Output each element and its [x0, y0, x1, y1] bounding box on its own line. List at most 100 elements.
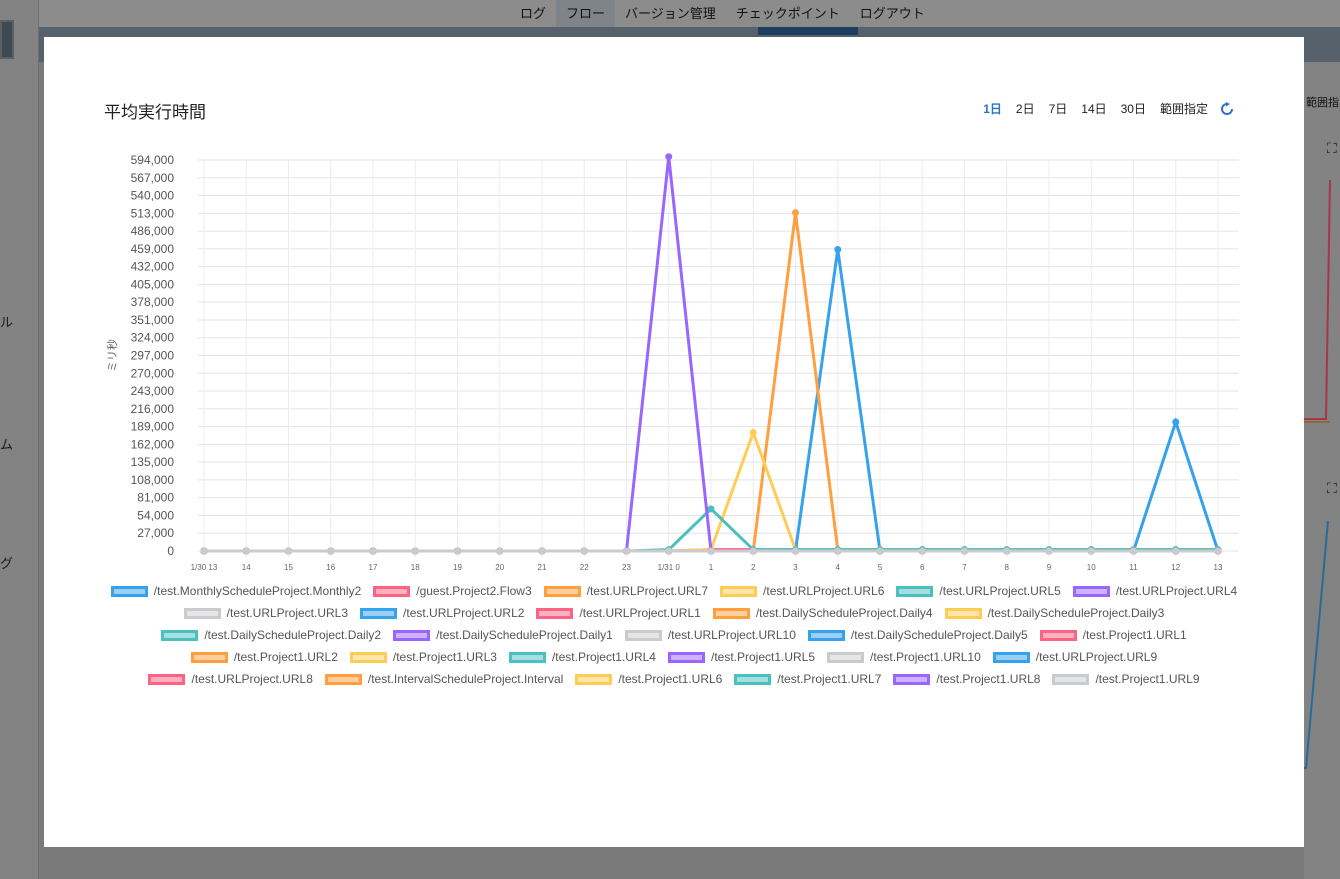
legend-item[interactable]: /test.IntervalScheduleProject.Interval [324, 668, 563, 690]
legend-item[interactable]: /test.Project1.URL6 [575, 668, 722, 690]
nav-item[interactable]: チェックポイント [726, 0, 850, 27]
data-point[interactable] [918, 547, 926, 555]
legend-item[interactable]: /test.Project1.URL3 [349, 646, 497, 668]
legend-item[interactable]: /test.Project1.URL7 [734, 668, 881, 690]
x-tick-label: 1/31 0 [658, 563, 681, 572]
nav-item[interactable]: フロー [556, 0, 616, 27]
legend-item[interactable]: /test.URLProject.URL9 [992, 646, 1158, 668]
data-point[interactable] [834, 246, 842, 254]
x-tick-label: 9 [1047, 563, 1052, 572]
legend-swatch [543, 585, 581, 597]
sidebar-label: グ [0, 556, 14, 571]
data-point[interactable] [200, 547, 208, 555]
legend-swatch [893, 673, 931, 685]
legend-label: /test.Project1.URL9 [1095, 672, 1200, 686]
legend-swatch [110, 585, 148, 597]
legend-label: /test.URLProject.URL8 [191, 672, 313, 686]
data-point[interactable] [327, 547, 335, 555]
legend-item[interactable]: /test.DailyScheduleProject.Daily1 [393, 624, 613, 646]
data-point[interactable] [538, 547, 546, 555]
legend-item[interactable]: /test.URLProject.URL3 [183, 602, 348, 624]
x-tick-label: 11 [1129, 563, 1138, 572]
legend-item[interactable]: /test.Project1.URL2 [190, 646, 338, 668]
data-point[interactable] [1172, 547, 1180, 555]
legend-item[interactable]: /guest.Project2.Flow3 [373, 580, 532, 602]
legend-swatch [190, 651, 228, 663]
data-point[interactable] [665, 153, 673, 161]
legend-item[interactable]: /test.URLProject.URL7 [543, 580, 708, 602]
data-point[interactable] [707, 505, 715, 513]
legend-swatch [807, 629, 845, 641]
x-tick-label: 13 [1214, 563, 1223, 572]
legend-item[interactable]: /test.DailyScheduleProject.Daily3 [944, 602, 1164, 624]
data-point[interactable] [623, 547, 630, 555]
legend-swatch [508, 651, 546, 663]
data-point[interactable] [876, 547, 884, 555]
data-point[interactable] [285, 547, 292, 555]
legend-item[interactable]: /test.Project1.URL9 [1052, 668, 1200, 690]
data-point[interactable] [496, 547, 504, 555]
legend-item[interactable]: /test.Project1.URL5 [667, 646, 815, 668]
x-tick-label: 3 [793, 563, 798, 572]
legend-swatch [944, 607, 982, 619]
legend-item[interactable]: /test.DailyScheduleProject.Daily4 [712, 602, 933, 624]
x-tick-label: 7 [962, 563, 967, 572]
legend-item[interactable]: /test.URLProject.URL6 [720, 580, 884, 602]
legend-item[interactable]: /test.URLProject.URL5 [896, 580, 1061, 602]
data-point[interactable] [369, 547, 377, 555]
x-tick-label: 15 [284, 563, 293, 572]
data-point[interactable] [1130, 547, 1137, 555]
data-point[interactable] [834, 547, 842, 555]
data-point[interactable] [580, 547, 588, 555]
legend-label: /test.Project1.URL7 [777, 672, 882, 686]
legend-item[interactable]: /test.DailyScheduleProject.Daily2 [161, 624, 381, 646]
legend-item[interactable]: /test.Project1.URL1 [1039, 624, 1187, 646]
x-tick-label: 1 [709, 563, 714, 572]
legend-swatch [393, 629, 431, 641]
nav-item[interactable]: バージョン管理 [615, 0, 726, 27]
legend-item[interactable]: /test.URLProject.URL8 [148, 668, 313, 690]
legend-item[interactable]: /test.Project1.URL10 [827, 646, 981, 668]
data-point[interactable] [1045, 547, 1053, 555]
data-point[interactable] [411, 547, 419, 555]
y-tick-label: 297,000 [131, 349, 175, 363]
legend-label: /test.Project1.URL6 [618, 672, 723, 686]
legend-swatch [720, 585, 758, 597]
data-point[interactable] [961, 547, 968, 555]
legend-swatch [1052, 673, 1090, 685]
nav-item[interactable]: ログ [510, 0, 556, 27]
data-point[interactable] [1214, 547, 1222, 555]
data-point[interactable] [792, 547, 799, 555]
x-tick-label: 22 [580, 563, 589, 572]
legend-item[interactable]: /test.URLProject.URL4 [1072, 580, 1237, 602]
legend-item[interactable]: /test.MonthlyScheduleProject.Monthly2 [110, 580, 361, 602]
data-point[interactable] [749, 547, 757, 555]
legend-label: /test.URLProject.URL6 [763, 584, 885, 598]
legend-item[interactable]: /test.DailyScheduleProject.Daily5 [807, 624, 1028, 646]
data-point[interactable] [1172, 418, 1180, 426]
data-point[interactable] [454, 547, 461, 555]
data-point[interactable] [1003, 547, 1011, 555]
legend-item[interactable]: /test.Project1.URL4 [508, 646, 656, 668]
legend-swatch [536, 607, 574, 619]
data-point[interactable] [749, 429, 757, 437]
data-point[interactable] [792, 209, 799, 217]
data-point[interactable] [707, 547, 715, 555]
legend-label: /test.URLProject.URL9 [1035, 650, 1158, 664]
y-tick-label: 54,000 [137, 508, 174, 522]
data-point[interactable] [242, 547, 250, 555]
legend-swatch [624, 629, 662, 641]
y-tick-label: 486,000 [131, 224, 175, 238]
data-point[interactable] [1087, 547, 1095, 555]
legend-label: /test.DailyScheduleProject.Daily5 [850, 628, 1028, 642]
legend-item[interactable]: /test.URLProject.URL2 [360, 602, 524, 624]
legend-item[interactable]: /test.URLProject.URL1 [536, 602, 701, 624]
legend-swatch [827, 651, 865, 663]
legend-item[interactable]: /test.URLProject.URL10 [624, 624, 796, 646]
y-axis-title: ミリ秒 [105, 339, 119, 372]
legend-swatch [324, 673, 362, 685]
nav-item[interactable]: ログアウト [850, 0, 935, 27]
data-point[interactable] [665, 547, 673, 555]
legend-label: /test.Project1.URL4 [551, 650, 656, 664]
legend-item[interactable]: /test.Project1.URL8 [893, 668, 1040, 690]
